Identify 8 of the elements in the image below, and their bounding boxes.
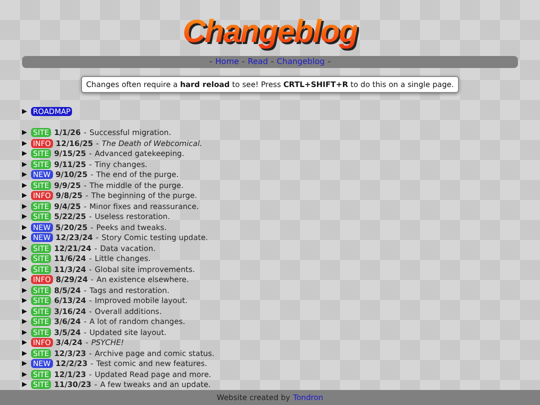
nav-link[interactable]: Read — [248, 57, 268, 66]
nav-separator: - — [209, 57, 212, 66]
nav-separator: - — [242, 57, 245, 66]
caret-icon[interactable] — [22, 109, 27, 114]
nav-link[interactable]: Changeblog — [276, 57, 325, 66]
nav-link[interactable]: Home — [215, 57, 239, 66]
nav-separator: - — [328, 57, 331, 66]
nav-separator: - — [270, 57, 274, 66]
